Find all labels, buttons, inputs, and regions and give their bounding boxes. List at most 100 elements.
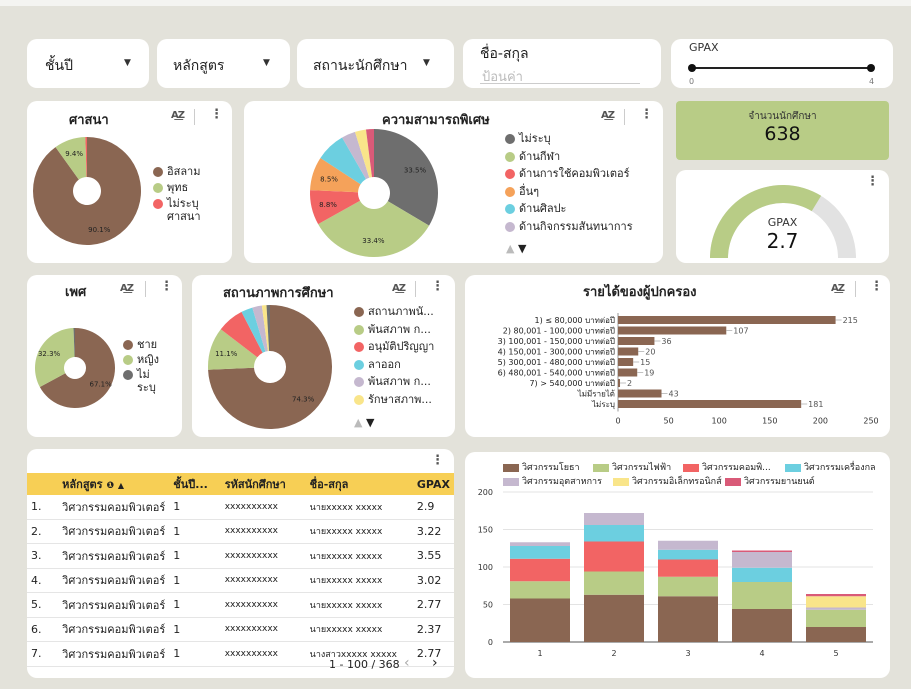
stacked-bar-segment[interactable] [806, 594, 866, 597]
legend-item[interactable]: ด้านศิลปะ [505, 202, 566, 215]
stacked-bar-segment[interactable] [510, 558, 570, 582]
sort-asc-icon[interactable]: ▲ [118, 481, 124, 490]
legend-item[interactable]: หญิง [123, 353, 159, 366]
stacked-bar-segment[interactable] [658, 596, 718, 642]
col-curriculum[interactable]: หลักสูตร ❶ ▲ [58, 473, 170, 495]
col-gpax[interactable]: GPAX [412, 473, 454, 495]
legend-item[interactable]: ลาออก [354, 358, 401, 371]
col-year[interactable]: ชั้นปี... [169, 473, 221, 495]
stacked-bar-segment[interactable] [806, 609, 866, 627]
legend-item[interactable]: ไม่ระบุ ศาสนา [153, 197, 201, 223]
next-page-icon[interactable]: › [432, 655, 438, 671]
legend-pager[interactable]: ▲ ▼ [506, 242, 526, 255]
x-tick-label: 0 [615, 417, 620, 426]
legend-item[interactable]: พ้นสภาพ ก... [354, 375, 431, 388]
legend-item[interactable]: ไม่ระบุ [123, 368, 156, 394]
stacked-bar-segment[interactable] [732, 582, 792, 609]
gpax-min-value: 0 [689, 77, 695, 86]
col-student-id[interactable]: รหัสนักศึกษา [220, 473, 306, 495]
stacked-bar-segment[interactable] [584, 541, 644, 572]
legend-item[interactable]: อนุมัติปริญญา [354, 340, 434, 353]
filter-name[interactable]: ชื่อ-สกุล ป้อนค่า [463, 39, 661, 88]
stacked-bar-segment[interactable] [510, 581, 570, 599]
gpax-slider-max-handle[interactable] [867, 64, 875, 72]
table-row[interactable]: 4. วิศวกรรมคอมพิวเตอร์ 1 xxxxxxxxxx นายxxxxx… [27, 568, 454, 593]
stacked-bar-segment[interactable] [510, 598, 570, 643]
col-name[interactable]: ชื่อ-สกุล [305, 473, 413, 495]
gpax-slider-min-handle[interactable] [688, 64, 696, 72]
bar[interactable] [618, 347, 639, 356]
stacked-bar-chart: 0 50 100 150 200 1 2 3 4 5 [478, 488, 873, 658]
sort-az-icon[interactable]: A͟Z [120, 283, 134, 294]
stacked-bar-segment[interactable] [658, 549, 718, 560]
stacked-bar-segment[interactable] [806, 627, 866, 642]
legend-item[interactable]: ด้านกิจกรรมสันทนาการ [505, 220, 633, 233]
stacked-bar-segment[interactable] [732, 567, 792, 582]
bar[interactable] [618, 379, 621, 387]
bar[interactable] [618, 337, 655, 345]
legend-label: ด้านศิลปะ [519, 202, 567, 215]
legend-item[interactable]: ด้านการใช้คอมพิวเตอร์ [505, 167, 629, 180]
legend-item[interactable]: อื่นๆ [505, 185, 539, 198]
bar[interactable] [618, 358, 634, 366]
bar[interactable] [618, 389, 662, 398]
stacked-bar-segment[interactable] [732, 550, 792, 553]
filter-status[interactable]: สถานะนักศึกษา ▼ [297, 39, 454, 88]
table-row[interactable]: 2. วิศวกรรมคอมพิวเตอร์ 1 xxxxxxxxxx นายxxxxx… [27, 519, 454, 544]
filter-gpax[interactable]: GPAX 0 4 [671, 39, 893, 88]
legend-prev-icon[interactable]: ▲ [354, 416, 362, 429]
bar[interactable] [618, 400, 802, 408]
more-vert-icon[interactable]: ⋮ [431, 279, 444, 294]
table-row[interactable]: 1. วิศวกรรมคอมพิวเตอร์ 1 xxxxxxxxxx นายxxxxx… [27, 495, 454, 520]
legend-item[interactable]: สถานภาพนั... [354, 305, 434, 318]
more-vert-icon[interactable]: ⋮ [640, 107, 653, 122]
kpi-card: จำนวนนักศึกษา 638 [676, 101, 889, 160]
stacked-bar-segment[interactable] [584, 594, 644, 642]
stacked-bar-segment[interactable] [806, 607, 866, 610]
more-vert-icon[interactable]: ⋮ [210, 107, 223, 122]
cell-year: 1 [169, 592, 221, 618]
table-row[interactable]: 5. วิศวกรรมคอมพิวเตอร์ 1 xxxxxxxxxx นายxxxxx… [27, 592, 454, 618]
stacked-bar-segment[interactable] [658, 576, 718, 597]
table-row[interactable]: 3. วิศวกรรมคอมพิวเตอร์ 1 xxxxxxxxxx นายxxxxx… [27, 543, 454, 569]
legend-pager[interactable]: ▲ ▼ [354, 416, 374, 429]
category-label: ไม่มีรายได้ [577, 390, 615, 399]
sort-az-icon[interactable]: A͟Z [392, 283, 406, 294]
stacked-bar-segment[interactable] [658, 559, 718, 577]
more-vert-icon[interactable]: ⋮ [431, 453, 444, 468]
legend-swatch [123, 340, 133, 350]
legend-next-icon[interactable]: ▼ [366, 416, 374, 429]
legend-item[interactable]: ไม่ระบุ [505, 132, 551, 145]
legend-item[interactable]: รักษาสภาพ... [354, 393, 432, 406]
legend-item[interactable]: ชาย [123, 338, 157, 351]
cell-curriculum: วิศวกรรมคอมพิวเตอร์ [58, 543, 170, 569]
bar[interactable] [618, 368, 638, 377]
legend-label: ไม่ระบุ [519, 132, 551, 145]
stacked-bar-segment[interactable] [806, 596, 866, 608]
more-vert-icon[interactable]: ⋮ [160, 279, 173, 294]
stacked-bar-segment[interactable] [510, 546, 570, 559]
legend-prev-icon[interactable]: ▲ [506, 242, 514, 255]
legend-item[interactable]: พ้นสภาพ ก... [354, 323, 431, 336]
stacked-bar-segment[interactable] [510, 542, 570, 546]
filter-curriculum[interactable]: หลักสูตร ▼ [157, 39, 290, 88]
stacked-bar-segment[interactable] [584, 571, 644, 595]
bar[interactable] [618, 316, 836, 324]
bar[interactable] [618, 326, 727, 335]
divider [415, 281, 416, 297]
legend-item[interactable]: อิสลาม [153, 165, 201, 178]
table-row[interactable]: 6. วิศวกรรมคอมพิวเตอร์ 1 xxxxxxxxxx นายxxxxx… [27, 617, 454, 642]
stacked-bar-segment[interactable] [732, 552, 792, 568]
legend-item[interactable]: ด้านกีฬา [505, 150, 560, 163]
row-number: 3. [27, 543, 59, 569]
stacked-bar-segment[interactable] [584, 525, 644, 542]
stacked-bar-segment[interactable] [732, 609, 792, 642]
sort-az-icon[interactable]: A͟Z [601, 110, 615, 121]
sort-az-icon[interactable]: A͟Z [171, 110, 185, 121]
prev-page-icon[interactable]: ‹ [404, 655, 410, 671]
legend-next-icon[interactable]: ▼ [518, 242, 526, 255]
stacked-bar-segment[interactable] [658, 540, 718, 550]
stacked-bar-segment[interactable] [584, 513, 644, 525]
filter-year[interactable]: ชั้นปี ▼ [27, 39, 149, 88]
legend-item[interactable]: พุทธ [153, 181, 188, 194]
